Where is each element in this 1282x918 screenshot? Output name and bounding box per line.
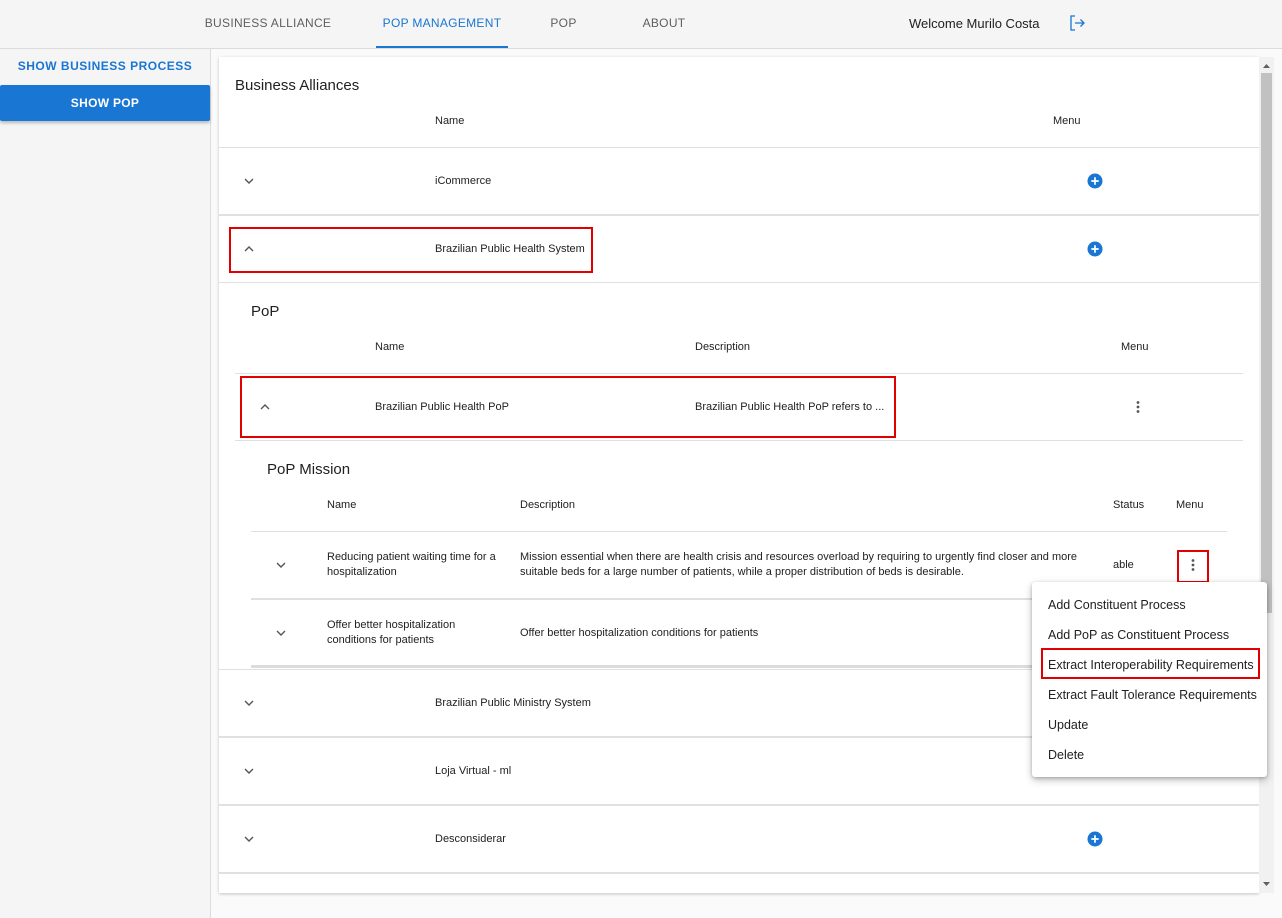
mission-row-status: able [1113, 559, 1134, 571]
add-circle-icon[interactable] [1087, 241, 1103, 257]
divider [251, 531, 1227, 532]
alliance-name-brazilian-public-ministry-system: Brazilian Public Ministry System [435, 697, 591, 709]
chevron-down-icon[interactable] [275, 559, 287, 571]
mission-context-menu: Add Constituent Process Add PoP as Const… [1032, 582, 1267, 777]
tab-about[interactable]: ABOUT [636, 0, 692, 48]
divider [219, 147, 1259, 148]
top-nav-bar: BUSINESS ALLIANCE MANAGEMENT POP MANAGEM… [0, 0, 1282, 76]
mission-row-description: Mission essential when there are health … [520, 551, 1078, 578]
add-circle-icon[interactable] [1087, 173, 1103, 189]
tab-pop-management[interactable]: POP MANAGEMENT [376, 0, 508, 48]
highlight-box [1041, 648, 1260, 679]
chevron-down-icon[interactable] [275, 627, 287, 639]
alliance-name-loja-virtual-ml: Loja Virtual - ml [435, 765, 512, 777]
mission-col-name: Name [327, 499, 357, 511]
pop-col-menu: Menu [1121, 341, 1149, 353]
scroll-up-arrow-icon[interactable] [1259, 61, 1274, 71]
chevron-down-icon[interactable] [243, 175, 255, 187]
alliances-col-menu: Menu [1053, 115, 1081, 127]
mission-row-name: Offer better hospitalization conditions … [327, 619, 456, 646]
welcome-text: Welcome Murilo Costa [909, 16, 1040, 31]
more-vert-icon[interactable] [1131, 400, 1145, 414]
business-alliances-title: Business Alliances [235, 77, 360, 94]
pop-title: PoP [251, 303, 280, 320]
highlight-box [1177, 550, 1209, 583]
divider [219, 804, 1259, 806]
divider [219, 214, 1259, 216]
alliance-name-desconsiderar: Desconsiderar [435, 833, 506, 845]
menu-item-delete[interactable]: Delete [1048, 748, 1084, 762]
tab-pop-modeling[interactable]: POP MODELING [516, 0, 611, 76]
show-pop-button[interactable]: SHOW POP [0, 85, 210, 121]
show-business-process-model-button[interactable]: SHOW BUSINESS PROCESS MODEL [0, 49, 210, 107]
alliance-name-icommerce: iCommerce [435, 175, 492, 187]
chevron-down-icon[interactable] [243, 833, 255, 845]
menu-item-add-pop-as-constituent-process[interactable]: Add PoP as Constituent Process [1048, 628, 1229, 642]
menu-item-extract-fault-tolerance-requirements[interactable]: Extract Fault Tolerance Requirements [1048, 688, 1257, 702]
pop-col-name: Name [375, 341, 405, 353]
add-circle-icon[interactable] [1087, 831, 1103, 847]
scroll-down-arrow-icon[interactable] [1259, 879, 1274, 889]
logout-icon[interactable] [1068, 14, 1086, 32]
divider [235, 373, 1243, 374]
menu-item-add-constituent-process[interactable]: Add Constituent Process [1048, 598, 1186, 612]
menu-item-update[interactable]: Update [1048, 718, 1088, 732]
divider [235, 440, 1243, 441]
tab-business-alliance-management[interactable]: BUSINESS ALLIANCE MANAGEMENT [168, 0, 368, 76]
mission-row-description: Offer better hospitalization conditions … [520, 627, 759, 639]
pop-col-description: Description [695, 341, 751, 353]
mission-col-menu: Menu [1176, 499, 1204, 511]
sidebar: SHOW BUSINESS PROCESS MODEL SHOW POP [0, 49, 211, 918]
scrollbar-thumb[interactable] [1261, 73, 1272, 613]
divider [219, 872, 1259, 874]
chevron-down-icon[interactable] [243, 765, 255, 777]
highlight-box [229, 227, 593, 273]
chevron-down-icon[interactable] [243, 697, 255, 709]
mission-col-status: Status [1113, 499, 1145, 511]
mission-col-description: Description [520, 499, 576, 511]
highlight-box [240, 376, 896, 438]
divider [219, 282, 1259, 283]
alliances-col-name: Name [435, 115, 465, 127]
pop-mission-title: PoP Mission [267, 461, 351, 478]
mission-row-name: Reducing patient waiting time for a hosp… [327, 551, 496, 578]
